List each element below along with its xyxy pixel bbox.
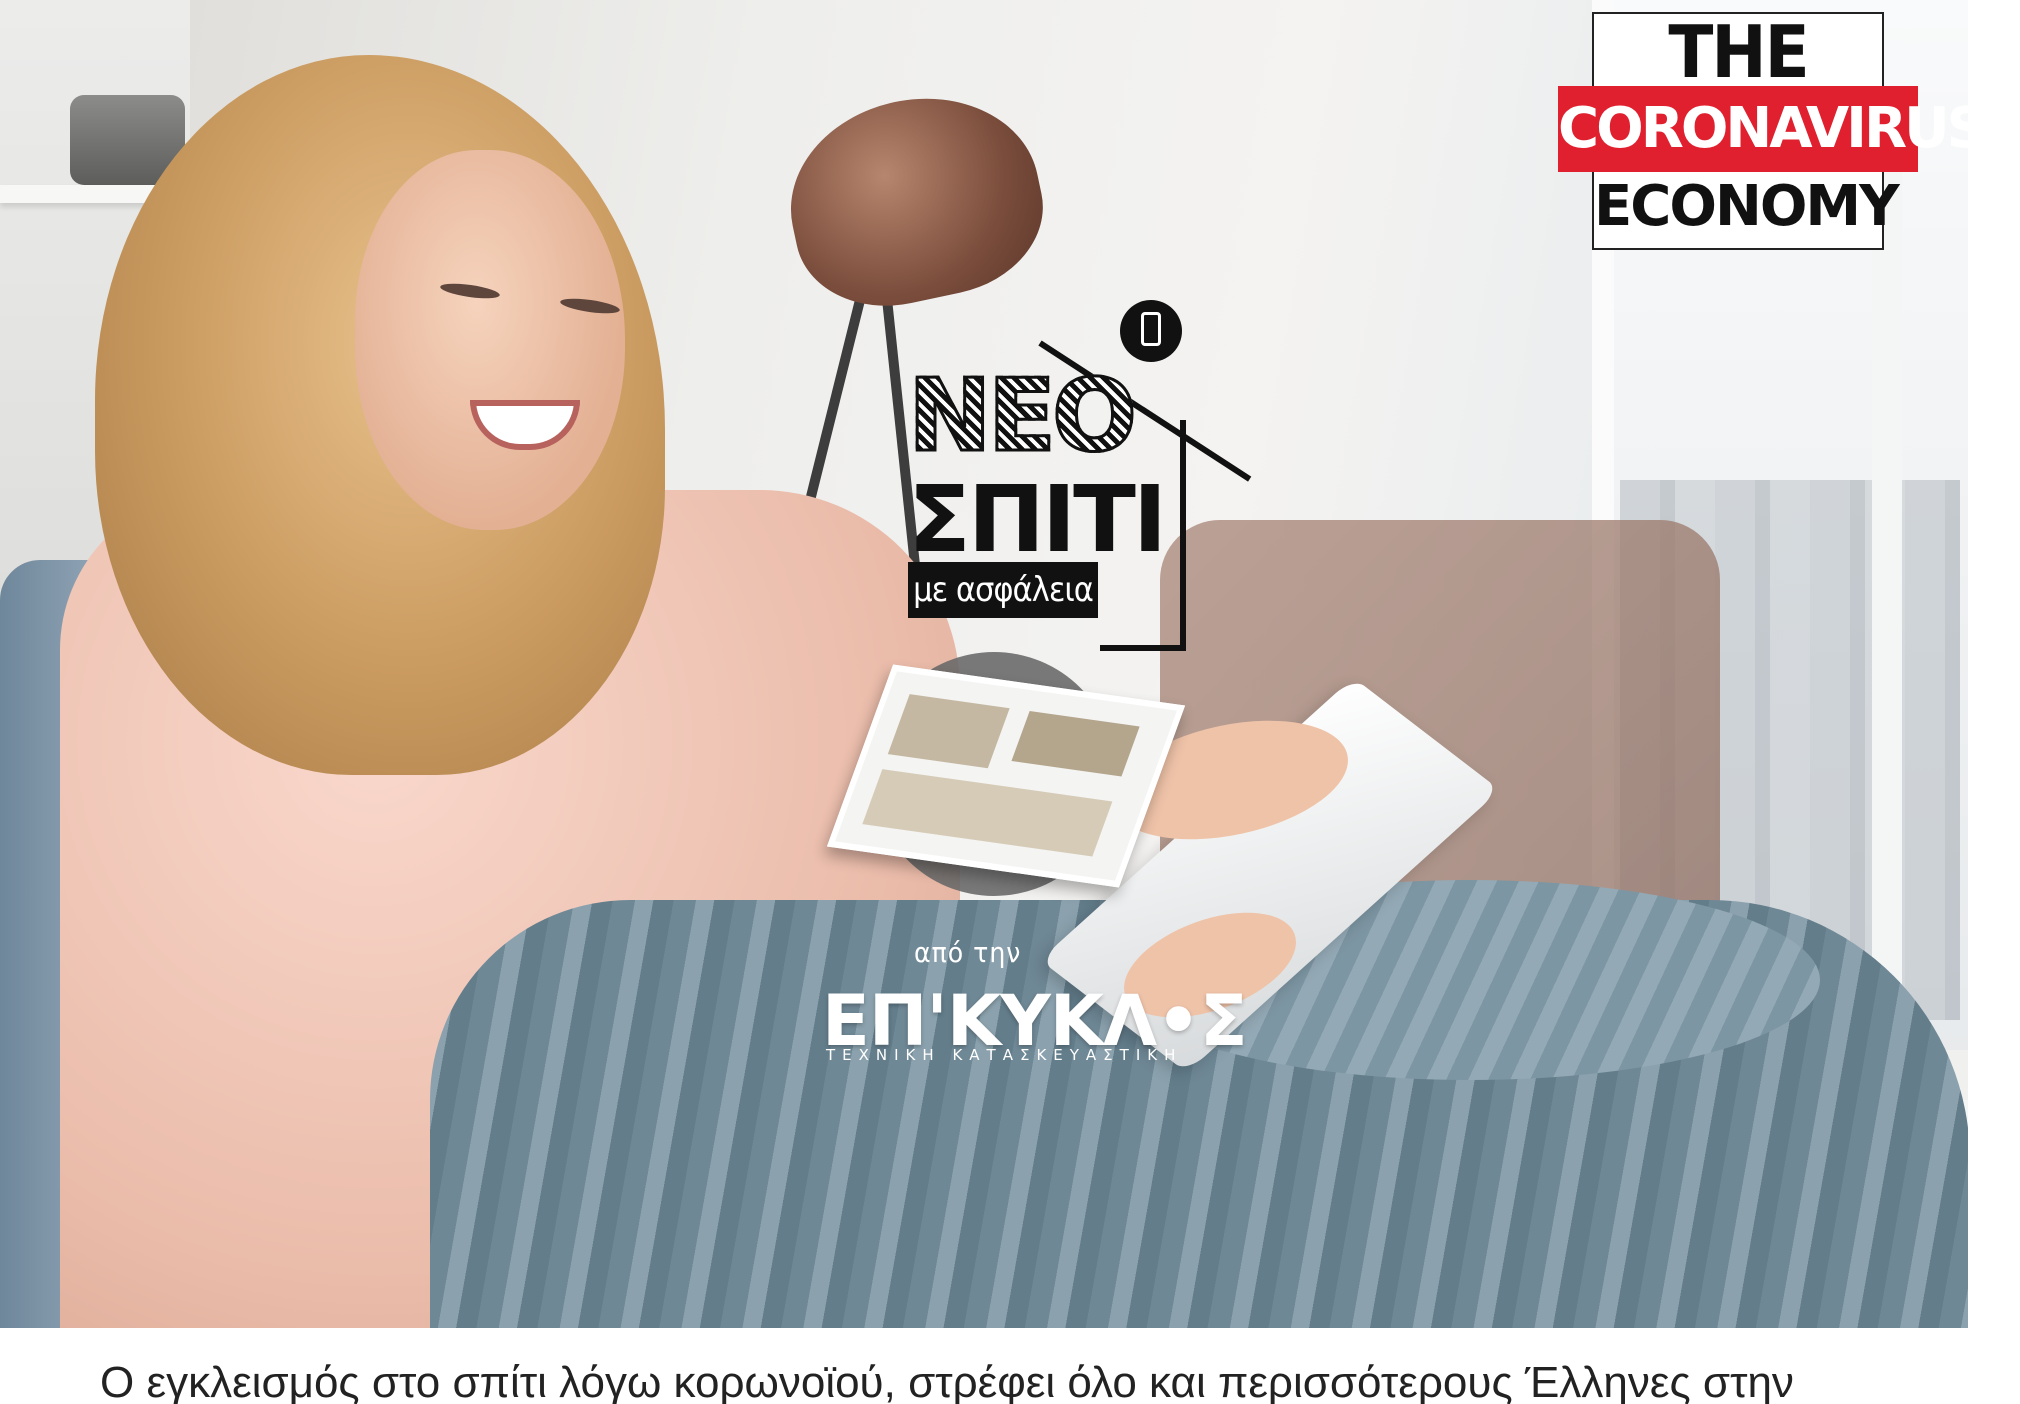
phone-icon-screen xyxy=(1141,312,1161,346)
floor-lamp-shade xyxy=(771,76,1059,324)
badge-frame: THE CORONAVIRUS ECONOMY xyxy=(1558,10,1987,250)
house-base-line xyxy=(1100,645,1186,651)
badge-line-coronavirus: CORONAVIRUS xyxy=(1558,86,1987,172)
article-lead-text: Ο εγκλεισμός στο σπίτι λόγω κορωνοϊού, σ… xyxy=(100,1358,1794,1404)
brand-prefix: από την xyxy=(914,936,1022,969)
badge-line-the: THE xyxy=(1668,10,1809,95)
logo-title-spiti: ΣΠΙΤΙ xyxy=(908,466,1167,573)
coronavirus-economy-badge: THE CORONAVIRUS ECONOMY xyxy=(1558,10,1987,250)
brand-subtitle: ΤΕΧΝΙΚΗ ΚΑΤΑΣΚΕΥΑΣΤΙΚΗ xyxy=(826,1046,1183,1064)
house-wall-line xyxy=(1180,420,1186,650)
person-face xyxy=(355,150,625,530)
neo-spiti-logo: ΝΕΟ ΣΠΙΤΙ με ασφάλεια xyxy=(900,300,1252,651)
logo-title-neo: ΝΕΟ xyxy=(906,357,1138,474)
logo-tagline: με ασφάλεια xyxy=(908,562,1098,618)
badge-line-economy: ECONOMY xyxy=(1594,174,1900,239)
article-lead: Ο εγκλεισμός στο σπίτι λόγω κορωνοϊού, σ… xyxy=(0,1348,2020,1404)
window-frame xyxy=(1872,120,1902,1070)
